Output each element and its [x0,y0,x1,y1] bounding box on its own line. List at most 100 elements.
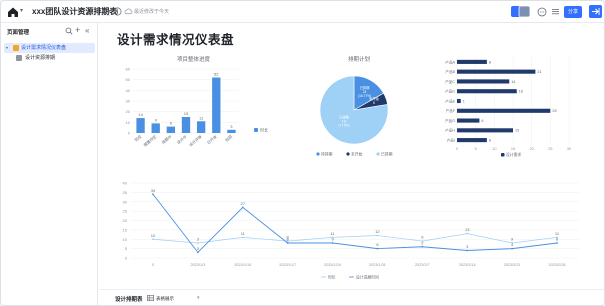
y-tick-label: 35 [123,190,128,195]
data-point [376,234,379,237]
bar [457,128,513,133]
chevron-down-icon[interactable]: ▾ [20,7,23,14]
data-point [196,251,199,254]
info-icon[interactable] [113,7,122,16]
star-icon[interactable] [102,7,111,16]
bar [457,89,517,94]
y-tick-label: 20 [126,109,131,114]
share-button[interactable]: 分享 [564,6,582,18]
data-point [152,238,154,241]
chevron-down-icon[interactable]: ▾ [197,295,200,301]
x-tick-label: 10 [492,147,496,151]
top-bar: ▾ xxx团队设计资源排期表 最近修改于今天 分享 [1,1,604,23]
x-tick-label: 30 [567,147,571,151]
home-icon[interactable] [7,6,19,18]
x-tick-label: 2023/1/31 [369,263,386,267]
data-label: 11 [330,231,335,236]
comment-icon[interactable] [537,7,547,17]
sidebar-item-schedule[interactable]: 设计资源排期 [4,53,95,63]
legend-swatch [316,152,320,156]
search-icon[interactable] [65,27,73,35]
sidebar-item-dashboard[interactable]: ▾ 设计需求情况仪表盘 [4,43,95,53]
x-tick-label: 完成 [133,134,142,143]
x-tick-label: 25 [548,147,552,151]
save-status: 最近修改于今天 [134,9,170,15]
y-tick-label: 0 [128,131,131,136]
y-tick-label: 20 [123,218,128,223]
data-label: 10 [151,233,156,238]
y-tick-label: 10 [126,120,131,125]
x-tick-label: 15 [511,147,515,151]
page-title: 设计需求情况仪表盘 [117,33,235,47]
progress-bar-chart[interactable]: 0 10 20 30 40 50 60 14 完成 9 搁置待定 6 排期中 15 设计中 11 设计评审 52 已… [111,53,271,163]
grid-view-icon[interactable] [147,295,154,301]
legend-swatch [346,152,350,156]
dashboard-icon [13,45,19,51]
more-menu-icon[interactable] [551,7,560,16]
data-label: 9 [421,235,424,240]
y-tick-label: 产品I [447,138,455,143]
sidebar: 页面管理 + « ▾ 设计需求情况仪表盘 设计资源排期 [1,23,98,305]
x-tick-label: 设计中 [176,134,188,145]
x-tick-label: 20 [530,147,534,151]
schedule-pie-chart[interactable]: 已排期24(16.77%)未开始8已排期111(77.5%)待排期 未开始 已排期 [304,53,414,163]
bar [457,98,461,104]
data-label: 15 [515,129,519,133]
bottom-section-bar: 设计排期表 表格展示 ▾ [99,289,604,305]
bar [457,118,480,123]
bar [212,77,221,133]
timeline-line-card[interactable]: 0 5 10 15 20 25 30 35 40 0 2023/1/3 2023/1/10 2023/1… [111,178,589,283]
schedule-pie-card[interactable]: 排期计划 已排期 24 (16.77%) 未开始 8 已排期 111 (77.5%) 待排期 未开… [304,53,414,163]
collaborator-avatars[interactable] [511,6,530,17]
exit-icon[interactable] [589,5,602,18]
slice-label: (77.5%) [339,124,350,128]
view-selector[interactable]: 表格展示 [156,296,174,302]
sidebar-item-label: 设计需求情况仪表盘 [21,45,67,51]
data-label: 11 [555,231,560,236]
x-tick-label: 排期中 [161,134,173,145]
sidebar-title: 页面管理 [7,30,30,36]
legend-label: 待排期 [321,152,333,157]
y-tick-label: 产品H [445,128,455,133]
y-tick-label: 产品F [446,108,456,113]
bar [457,69,536,74]
y-tick-label: 40 [126,88,131,93]
data-label: 27 [241,201,246,206]
legend-label: 设计进展时间 [356,275,379,280]
bar [136,118,145,133]
demand-horizontal-bar-chart[interactable]: 0 5 10 15 20 25 30 8 产品A 21 产品B 14 产品C 16 产品D 1 产品E 25 产品F… [429,53,579,161]
bar [457,138,487,143]
caret-down-icon[interactable]: ▾ [6,43,8,53]
y-tick-label: 50 [126,77,131,82]
bar [227,129,236,133]
bar [181,117,191,133]
data-label: 6 [481,119,483,123]
data-label: 15 [184,111,189,116]
slice-label: 8 [373,101,375,105]
demand-hbar-card[interactable]: 0 5 10 15 20 25 30 8 产品A 21 产品B 14 产品C 16 产品D 1 产品E 25 产品F… [429,53,579,161]
x-tick-label: 2023/1/24 [324,263,341,267]
y-tick-label: 30 [126,99,131,104]
y-tick-label: 产品C [445,79,455,84]
progress-chart-card[interactable]: 项目整体进度 0 10 20 30 40 50 60 14 完成 9 搁置待定 6 排期中 15 设计中 11… [111,53,271,163]
series-line [152,233,558,244]
table-icon [16,55,22,61]
data-label: 11 [199,115,204,120]
legend-label: 未开始 [351,152,363,157]
y-tick-label: 25 [123,209,128,214]
series-line [152,193,558,254]
data-label: 6 [170,121,173,126]
y-tick-label: 5 [125,246,128,251]
data-label: 3 [230,124,233,129]
y-tick-label: 产品E [445,98,455,103]
add-page-button[interactable]: + [75,26,80,35]
timeline-line-chart[interactable]: 0 5 10 15 20 25 30 35 40 0 2023/1/3 2023/1/10 2023/1… [111,178,589,283]
x-tick-label: 2023/1/17 [279,263,296,267]
data-point [556,242,558,244]
collapse-sidebar-icon[interactable]: « [85,26,89,35]
y-tick-label: 产品G [445,118,455,123]
x-tick-label: 已开发 [206,134,218,145]
data-label: 8 [489,139,491,143]
data-label: 14 [138,112,143,117]
section-title: 设计排期表 [115,297,143,303]
